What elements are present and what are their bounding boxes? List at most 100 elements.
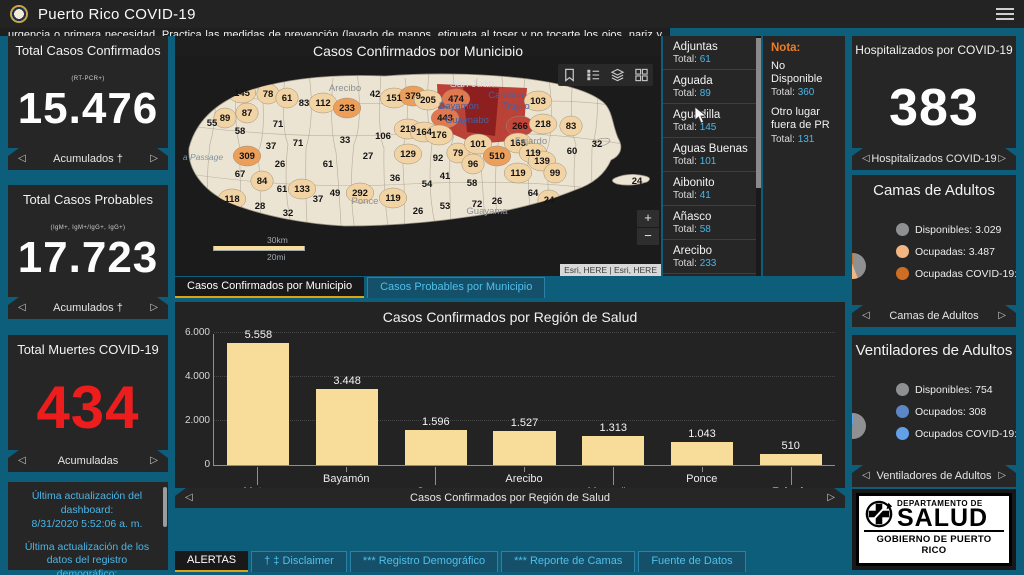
bar: [227, 343, 290, 465]
legend-dot-icon: [896, 223, 909, 236]
municipality-count-label: 26: [275, 159, 286, 170]
hospitalized-value: 383: [889, 79, 979, 137]
dashboard-update-label: Última actualización del dashboard:: [31, 490, 143, 516]
bar-value-label: 510: [781, 440, 800, 452]
app-title: Puerto Rico COVID-19: [38, 5, 196, 23]
bar-column[interactable]: 1.596: [391, 416, 480, 465]
municipality-count-label: 112: [315, 98, 330, 109]
municipality-count-label: 96: [468, 159, 479, 170]
municipality-list-item[interactable]: Aibonito Total: 41: [663, 172, 761, 206]
map-place-label: San Juan: [450, 78, 495, 90]
municipality-list-item[interactable]: Aguada Total: 89: [663, 70, 761, 104]
next-arrow[interactable]: ▷: [998, 470, 1006, 481]
municipality-list-item[interactable]: Añasco Total: 58: [663, 206, 761, 240]
map-tab[interactable]: Casos Probables por Municipio: [367, 277, 546, 298]
bar-column[interactable]: 5.558: [214, 329, 303, 465]
bottom-tab[interactable]: Fuente de Datos: [638, 551, 746, 572]
map-place-label: Guayama: [466, 206, 508, 217]
zoom-out-button[interactable]: −: [637, 228, 659, 245]
zoom-in-button[interactable]: +: [637, 210, 659, 227]
bar: [316, 389, 379, 465]
legend-row: Disponibles: 754: [896, 383, 1016, 396]
legend-label: Disponibles: 754: [915, 383, 993, 396]
panel-footer: ◁ Acumulados † ▷: [8, 148, 168, 170]
bar-value-label: 1.596: [422, 416, 450, 428]
bar-column[interactable]: 510: [746, 440, 835, 465]
bottom-tab[interactable]: *** Registro Demográfico: [349, 551, 499, 572]
prev-arrow[interactable]: ◁: [185, 492, 193, 503]
ventilators-pie-chart: [852, 413, 866, 439]
map-place-label: Fajardo: [515, 136, 547, 147]
salud-logo-panel: DEPARTAMENTO DE SALUD GOBIERNO DE PUERTO…: [852, 489, 1016, 570]
municipality-count-label: 139: [534, 156, 550, 167]
bookmark-icon[interactable]: [562, 67, 577, 83]
municipality-count-label: 99: [550, 168, 561, 179]
bar-column[interactable]: 1.313: [569, 422, 658, 465]
y-axis-tick: 0: [204, 459, 210, 470]
bar-column[interactable]: 1.043: [658, 428, 747, 465]
municipality-name: Adjuntas: [673, 41, 718, 53]
scrollbar[interactable]: [163, 487, 167, 527]
municipality-count-label: 176: [431, 130, 447, 141]
prev-arrow[interactable]: ◁: [862, 470, 870, 481]
footer-label: Camas de Adultos: [889, 310, 979, 322]
map-place-label: Arecibo: [329, 83, 361, 94]
nota-panel: Nota: No Disponible Total: 360 Otro lugar …: [763, 36, 845, 276]
prev-arrow[interactable]: ◁: [18, 455, 26, 466]
registry-update-label: Última actualización de los datos del re…: [24, 540, 150, 575]
prev-arrow[interactable]: ◁: [862, 310, 870, 321]
bottom-tab[interactable]: *** Reporte de Camas: [501, 551, 636, 572]
municipality-count-label: 151: [386, 93, 403, 104]
next-arrow[interactable]: ▷: [998, 310, 1006, 321]
nota-items: No Disponible Total: 360 Otro lugar fuera …: [771, 60, 839, 145]
prev-arrow[interactable]: ◁: [18, 153, 26, 164]
layers-icon[interactable]: [610, 67, 625, 83]
municipality-list-item[interactable]: Arecibo Total: 233: [663, 240, 761, 274]
y-axis-tick: 6.000: [184, 327, 210, 338]
map-panel: Casos Confirmados por Municipio 145 78 61 8…: [175, 36, 661, 276]
municipality-count-label: 309: [239, 151, 255, 162]
bar-column[interactable]: 3.448: [303, 375, 392, 465]
municipality-name: Aibonito: [673, 177, 715, 189]
municipality-count-label: 133: [294, 184, 310, 195]
municipality-total: Total: 145: [673, 122, 717, 133]
municipality-list-item[interactable]: Aguadilla Total: 145: [663, 104, 761, 138]
next-arrow[interactable]: ▷: [150, 302, 158, 313]
municipality-count-label: 119: [385, 193, 400, 204]
bar-chart-plot: 0 2.000 4.000 6.000 5.558 3.448 1.596 1.527 1.31…: [185, 327, 835, 470]
beds-legend: Disponibles: 3.029 Ocupadas: 3.487 Ocupada…: [896, 223, 1016, 280]
legend-row: Disponibles: 3.029: [896, 223, 1016, 236]
municipality-list-item[interactable]: Aguas Buenas Total: 101: [663, 138, 761, 172]
municipality-count-label: 32: [283, 208, 294, 219]
municipality-count-label: 67: [235, 169, 246, 180]
footer-label: Casos Confirmados por Región de Salud: [410, 492, 610, 504]
panel-subtitle: (RT-PCR+): [71, 76, 105, 82]
next-arrow[interactable]: ▷: [150, 153, 158, 164]
municipality-list-item[interactable]: Arroyo Total: 26: [663, 274, 761, 276]
legend-row: Ocupados: 308: [896, 405, 1016, 418]
bottom-tab-active[interactable]: ALERTAS: [175, 551, 249, 572]
nota-item: Otro lugar fuera de PR Total: 131: [771, 106, 830, 145]
bottom-tab[interactable]: † ‡ Disclaimer: [251, 551, 347, 572]
list-scrollbar[interactable]: [756, 36, 761, 276]
municipality-list-item[interactable]: Adjuntas Total: 61: [663, 36, 761, 70]
map-tab-active[interactable]: Casos Confirmados por Municipio: [175, 277, 365, 298]
map-canvas[interactable]: 145 78 61 83 112 233 42 151 379 205 474 103 87 89 55 71…: [175, 56, 661, 276]
municipality-count-label: 42: [370, 89, 381, 100]
prev-arrow[interactable]: ◁: [18, 302, 26, 313]
panel-title: Total Muertes COVID-19: [17, 342, 159, 357]
legend-dot-icon: [896, 427, 909, 440]
hamburger-menu-icon[interactable]: [996, 5, 1014, 23]
legend-dot-icon: [896, 267, 909, 280]
basemap-icon[interactable]: [634, 67, 649, 83]
confirmed-cases-panel: Total Casos Confirmados (RT-PCR+) 15.476…: [8, 36, 168, 170]
next-arrow[interactable]: ▷: [150, 455, 158, 466]
next-arrow[interactable]: ▷: [998, 153, 1006, 164]
bar-value-label: 5.558: [244, 329, 273, 341]
next-arrow[interactable]: ▷: [827, 492, 835, 503]
panel-title: Total Casos Probables: [22, 192, 154, 207]
municipality-count-label: 266: [512, 121, 528, 132]
prev-arrow[interactable]: ◁: [862, 153, 870, 164]
legend-icon[interactable]: [586, 67, 601, 83]
bar-column[interactable]: 1.527: [480, 417, 569, 465]
